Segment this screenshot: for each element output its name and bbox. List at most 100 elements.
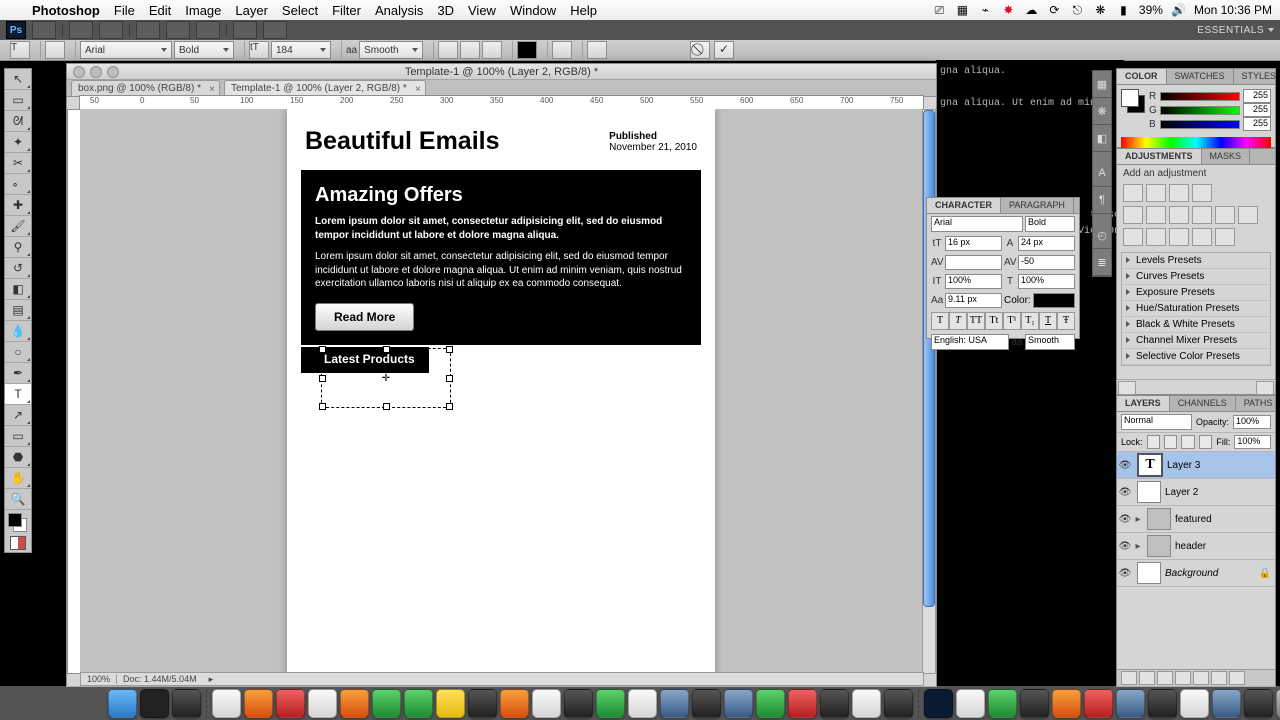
layer-row[interactable]: 👁 T Layer 3 [1117,452,1275,479]
char-baseline[interactable]: 9.11 px [945,293,1002,308]
dock-app-icon[interactable] [988,689,1017,718]
adj-curves-icon[interactable] [1169,184,1189,202]
layer-row[interactable]: 👁 ▸ featured [1117,506,1275,533]
new-adjustment-icon[interactable] [1175,671,1191,685]
layer-name[interactable]: Layer 3 [1167,460,1200,471]
adj-channelmix-icon[interactable] [1238,206,1258,224]
resize-handle[interactable] [319,375,326,382]
new-layer-icon[interactable] [1211,671,1227,685]
char-size[interactable]: 16 px [945,236,1002,251]
clip-icon[interactable] [1118,381,1136,395]
text-orientation-button[interactable] [45,41,65,59]
tab-layers[interactable]: LAYERS [1117,396,1170,411]
panel-icon[interactable]: A [1093,160,1111,187]
menu-edit[interactable]: Edit [149,3,171,18]
layer-name[interactable]: featured [1175,514,1212,525]
dock-app-icon[interactable] [212,689,241,718]
zoom-field[interactable]: 100% [81,674,117,684]
char-font-family[interactable]: Arial [931,216,1023,232]
commit-edits-button[interactable]: ✓ [714,41,734,59]
dock-app-icon[interactable] [756,689,785,718]
menulet-icon[interactable]: ✸ [1001,3,1016,17]
dock-app-icon[interactable] [1116,689,1145,718]
adj-selcolor-icon[interactable] [1215,228,1235,246]
panel-icon[interactable]: ¶ [1093,187,1111,214]
traffic-close-icon[interactable] [73,66,85,78]
adj-invert-icon[interactable] [1123,228,1143,246]
heal-tool[interactable]: ✚ [5,195,31,216]
resize-handle[interactable] [446,346,453,353]
document-tab[interactable]: box.png @ 100% (RGB/8) *× [71,80,220,96]
char-hscale[interactable]: 100% [1018,274,1075,289]
menu-select[interactable]: Select [282,3,318,18]
zoom-tool-button[interactable] [166,21,190,39]
lock-trans-icon[interactable] [1147,435,1160,449]
adj-exposure-icon[interactable] [1192,184,1212,202]
dock-app-icon[interactable] [372,689,401,718]
underline[interactable]: T [1039,312,1057,330]
menu-view[interactable]: View [468,3,496,18]
transform-center-icon[interactable]: ✛ [381,373,391,383]
resize-handle[interactable] [446,375,453,382]
antialias-select[interactable]: Smooth [359,41,423,59]
layer-row[interactable]: 👁 Background 🔒 [1117,560,1275,587]
tab-masks[interactable]: MASKS [1202,149,1251,164]
r-value[interactable]: 255 [1243,89,1271,103]
window-titlebar[interactable]: Template-1 @ 100% (Layer 2, RGB/8) * [67,64,936,80]
dock-app-icon[interactable] [956,689,985,718]
layer-name[interactable]: Layer 2 [1165,487,1198,498]
dock-app-icon[interactable] [692,689,721,718]
shape-tool[interactable]: ▭ [5,426,31,447]
panel-icon[interactable]: ◴ [1093,222,1111,249]
traffic-zoom-icon[interactable] [107,66,119,78]
eraser-tool[interactable]: ◧ [5,279,31,300]
lock-position-icon[interactable] [1181,435,1194,449]
menulet-icon[interactable]: ⟳ [1047,3,1062,17]
volume-icon[interactable]: 🔊 [1171,3,1186,17]
preset-row[interactable]: Curves Presets [1122,269,1270,285]
char-leading[interactable]: 24 px [1018,236,1075,251]
blur-tool[interactable]: 💧 [5,321,31,342]
adj-threshold-icon[interactable] [1169,228,1189,246]
tool-preset-icon[interactable]: T [10,41,30,59]
blend-mode-select[interactable]: Normal [1121,414,1192,430]
fill-field[interactable]: 100% [1234,435,1271,449]
path-select-tool[interactable]: ↗ [5,405,31,426]
lock-all-icon[interactable] [1199,435,1212,449]
panel-icon[interactable]: ❋ [1093,98,1111,125]
hand-tool-button[interactable] [136,21,160,39]
dock-app-icon[interactable] [1052,689,1081,718]
zoom-tool[interactable]: 🔍 [5,489,31,510]
faux-italic[interactable]: T [949,312,967,330]
b-value[interactable]: 255 [1243,117,1271,131]
menulet-icon[interactable]: ▦ [955,3,970,17]
layer-name[interactable]: header [1175,541,1206,552]
zoom-level-button[interactable] [99,21,123,39]
adj-bw-icon[interactable] [1192,206,1212,224]
dock-app-icon[interactable] [140,689,169,718]
adj-photo-filter-icon[interactable] [1215,206,1235,224]
char-vscale[interactable]: 100% [945,274,1002,289]
wand-tool[interactable]: ✦ [5,132,31,153]
preset-row[interactable]: Selective Color Presets [1122,349,1270,365]
stamp-tool[interactable]: ⚲ [5,237,31,258]
preset-row[interactable]: Levels Presets [1122,253,1270,269]
panel-icon[interactable]: ≣ [1093,249,1111,276]
history-brush-tool[interactable]: ↺ [5,258,31,279]
visibility-icon[interactable]: 👁 [1117,514,1133,525]
font-family-select[interactable]: Arial [80,41,172,59]
rotate-view-button[interactable] [196,21,220,39]
canvas[interactable]: Beautiful Emails Published November 21, … [80,109,924,674]
allcaps[interactable]: TT [967,312,985,330]
delete-layer-icon[interactable] [1229,671,1245,685]
dock-app-icon[interactable] [596,689,625,718]
dock-app-icon[interactable] [340,689,369,718]
visibility-icon[interactable]: 👁 [1117,487,1133,498]
menu-file[interactable]: File [114,3,135,18]
dock-app-icon[interactable] [660,689,689,718]
menulet-icon[interactable]: ⎚ [932,3,947,17]
marquee-tool[interactable]: ▭ [5,90,31,111]
screen-mode-button[interactable] [263,21,287,39]
panel-icon[interactable]: ◧ [1093,125,1111,152]
dock-app-icon[interactable] [1244,689,1273,718]
